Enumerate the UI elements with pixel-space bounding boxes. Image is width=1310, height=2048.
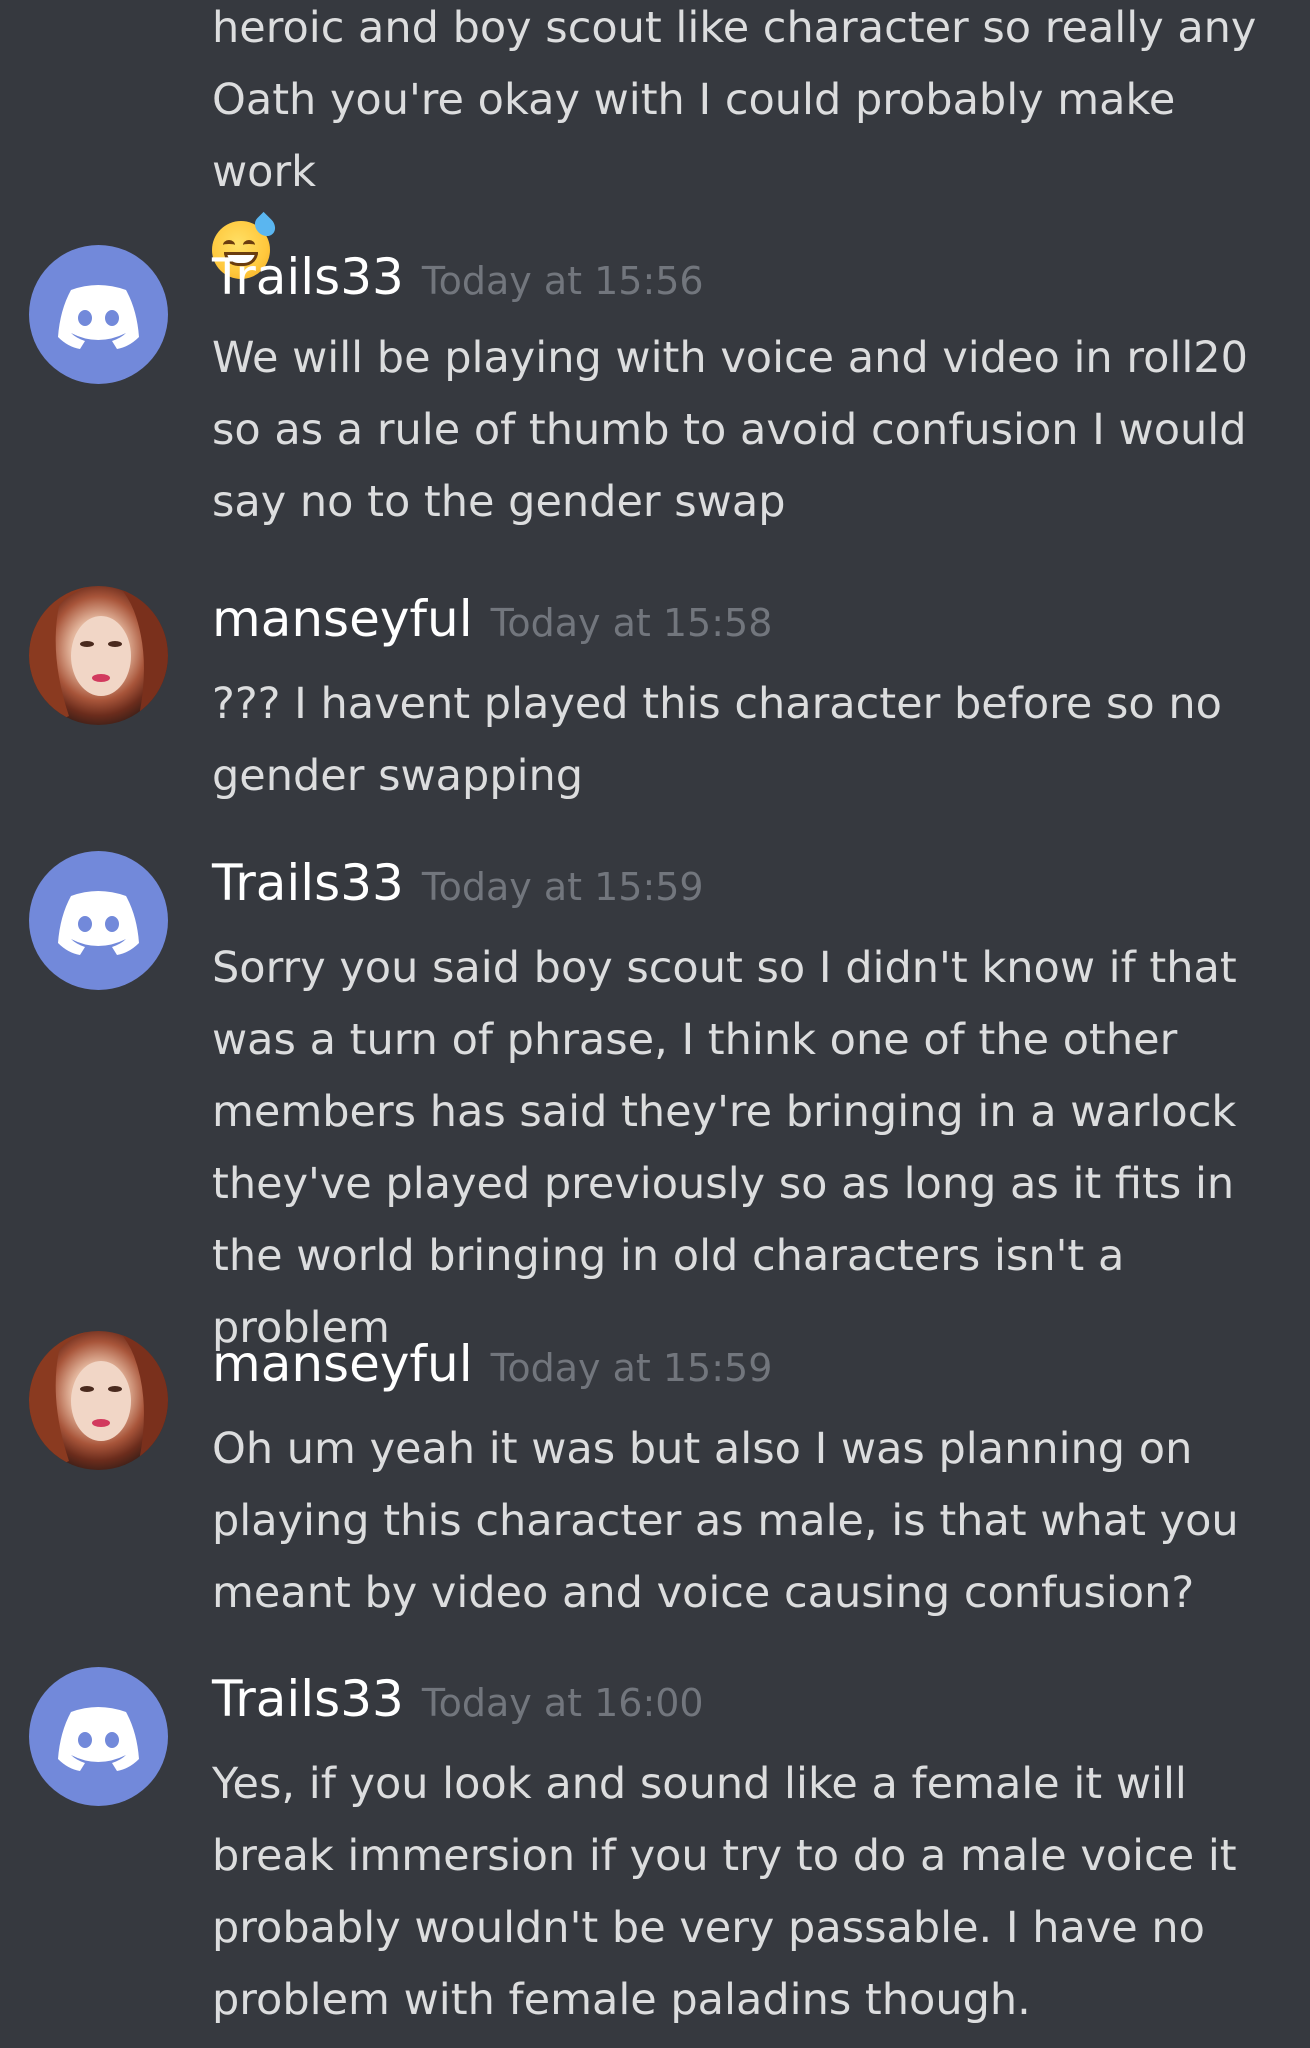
message-text: heroic and boy scout like character so r… xyxy=(212,3,1257,197)
timestamp: Today at 16:00 xyxy=(421,1681,704,1725)
message-header: Trails33 Today at 15:56 xyxy=(212,248,704,306)
timestamp: Today at 15:59 xyxy=(421,865,704,909)
username[interactable]: Trails33 xyxy=(212,854,404,912)
message-header: manseyful Today at 15:59 xyxy=(212,1335,772,1393)
message-text: ??? I havent played this character befor… xyxy=(212,679,1222,801)
message-header: Trails33 Today at 15:59 xyxy=(212,854,704,912)
timestamp: Today at 15:58 xyxy=(490,601,773,645)
message-text: Yes, if you look and sound like a female… xyxy=(212,1759,1237,2025)
message-header: manseyful Today at 15:58 xyxy=(212,590,772,648)
username[interactable]: Trails33 xyxy=(212,248,404,306)
user-avatar-photo[interactable] xyxy=(29,586,168,725)
username[interactable]: manseyful xyxy=(212,590,473,648)
message-text: We will be playing with voice and video … xyxy=(212,333,1248,527)
username[interactable]: Trails33 xyxy=(212,1670,404,1728)
timestamp: Today at 15:59 xyxy=(490,1346,773,1390)
message-header: Trails33 Today at 16:00 xyxy=(212,1670,704,1728)
timestamp: Today at 15:56 xyxy=(421,259,704,303)
discord-avatar-icon[interactable] xyxy=(29,851,168,990)
discord-avatar-icon[interactable] xyxy=(29,245,168,384)
previous-message-text: heroic and boy scout like character so r… xyxy=(212,0,1292,280)
user-avatar-photo[interactable] xyxy=(29,1331,168,1470)
discord-avatar-icon[interactable] xyxy=(29,1667,168,1806)
username[interactable]: manseyful xyxy=(212,1335,473,1393)
message-text: Sorry you said boy scout so I didn't kno… xyxy=(212,943,1237,1353)
chat-log: heroic and boy scout like character so r… xyxy=(0,0,1310,2048)
message-text: Oh um yeah it was but also I was plannin… xyxy=(212,1424,1239,1618)
